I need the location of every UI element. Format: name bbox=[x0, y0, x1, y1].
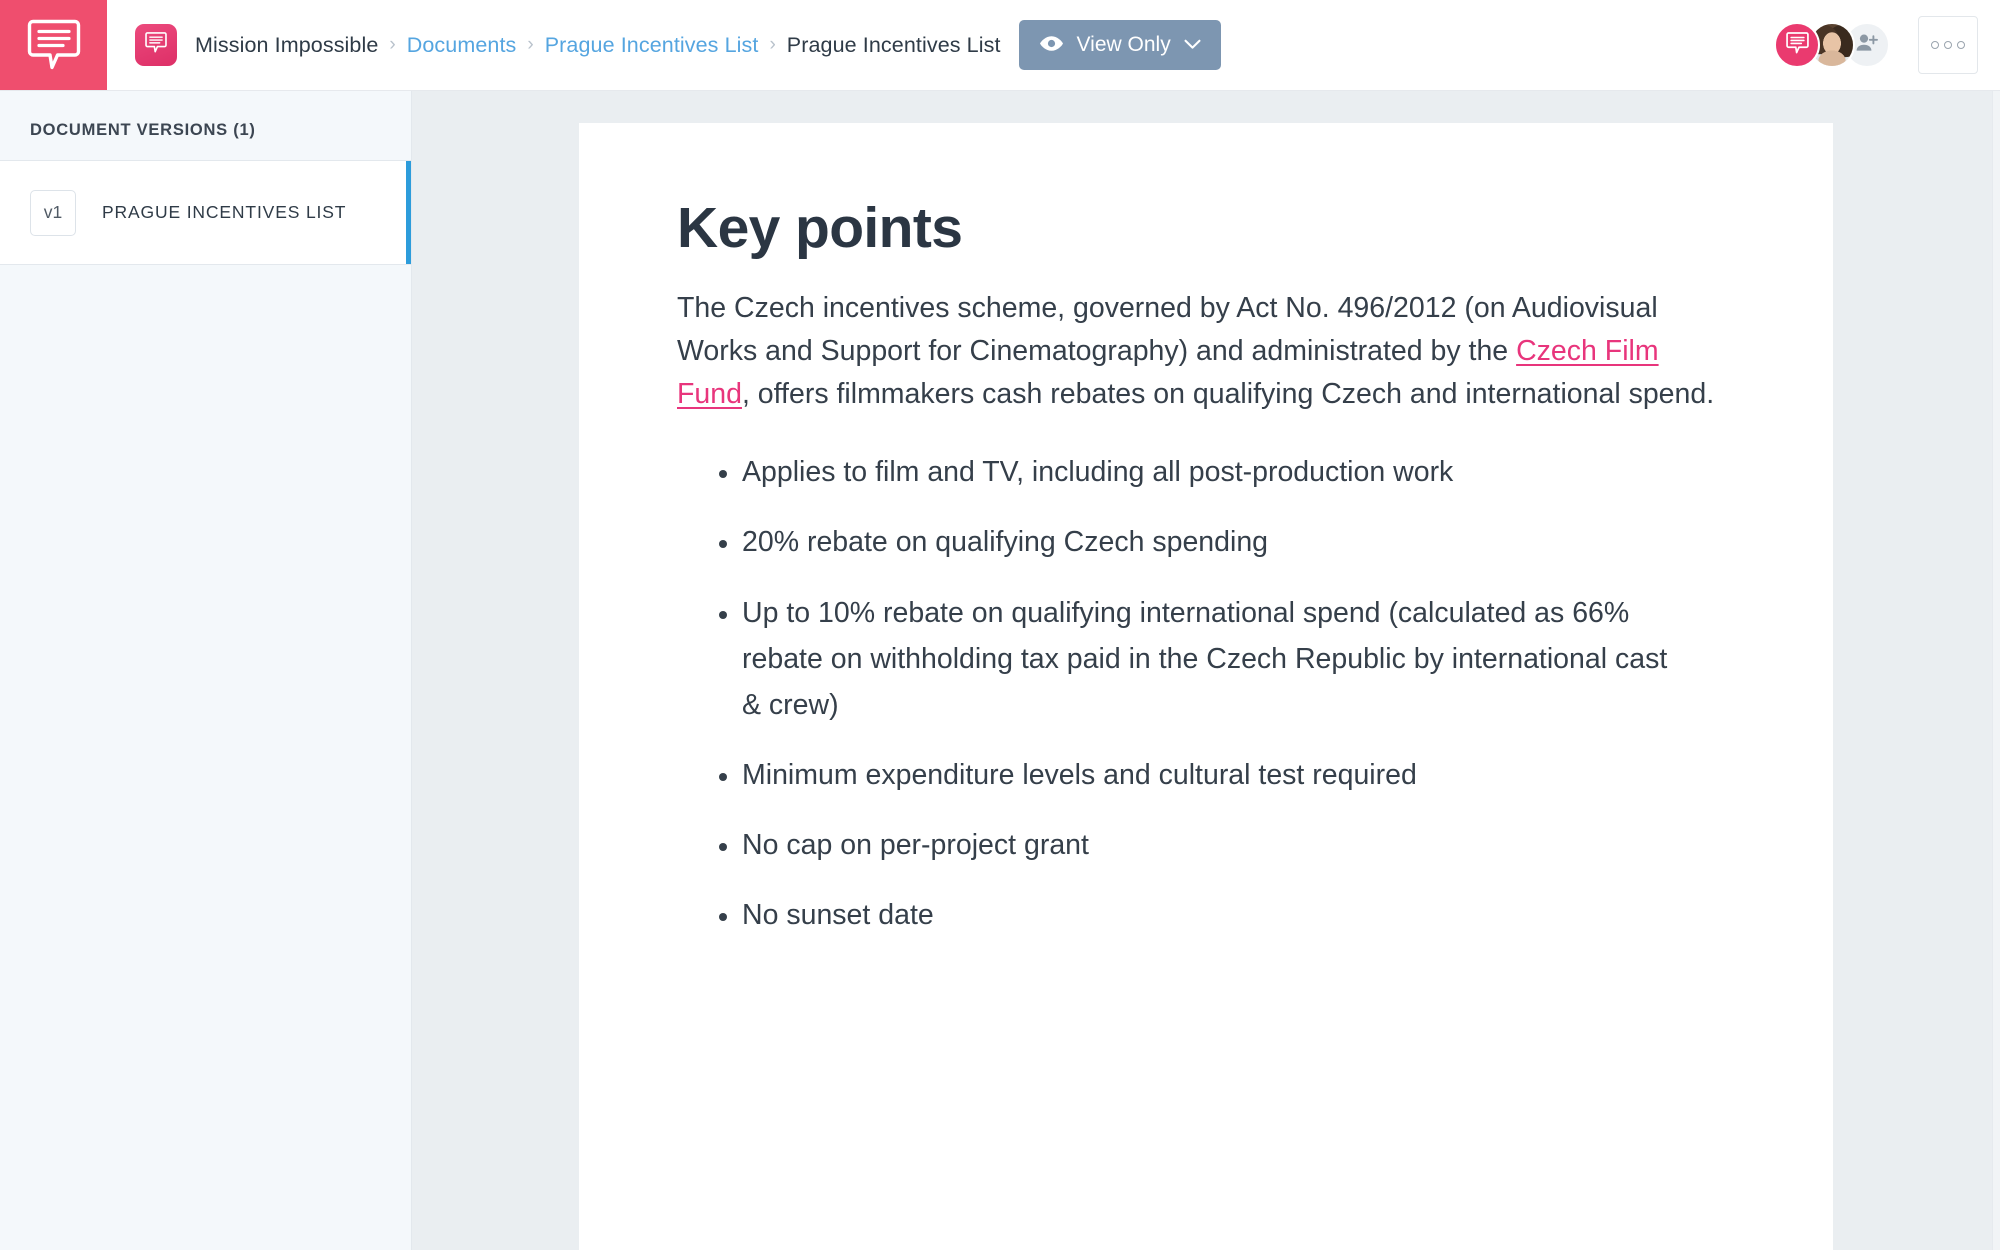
key-points-list: Applies to film and TV, including all po… bbox=[677, 449, 1741, 938]
page-title: Key points bbox=[677, 196, 963, 260]
list-item: Applies to film and TV, including all po… bbox=[719, 449, 1679, 495]
breadcrumb-item-current: Prague Incentives List bbox=[786, 32, 1001, 57]
breadcrumb-item-documents[interactable]: Documents bbox=[407, 33, 517, 58]
sidebar-empty-area bbox=[0, 265, 411, 1250]
version-badge: v1 bbox=[30, 189, 76, 236]
view-only-button[interactable]: View Only bbox=[1018, 20, 1221, 70]
more-dot bbox=[1957, 41, 1965, 49]
app-logo[interactable] bbox=[0, 0, 107, 90]
app-avatar[interactable] bbox=[1774, 22, 1820, 68]
document-page: Key points The Czech incentives scheme, … bbox=[579, 123, 1833, 1250]
more-options-button[interactable] bbox=[1918, 16, 1978, 74]
app-root: Mission Impossible › Documents › Prague … bbox=[0, 0, 2000, 1250]
sidebar-header: DOCUMENT VERSIONS (1) bbox=[30, 121, 256, 139]
document-viewport[interactable]: Key points The Czech incentives scheme, … bbox=[412, 91, 2000, 1250]
more-dot bbox=[1944, 41, 1952, 49]
list-item: No cap on per-project grant bbox=[719, 822, 1679, 868]
speech-bubble-icon bbox=[1785, 31, 1809, 60]
selected-indicator bbox=[406, 161, 411, 264]
list-item: No sunset date bbox=[719, 892, 1679, 938]
document-type-chip bbox=[135, 24, 177, 66]
breadcrumb-separator: › bbox=[389, 34, 396, 55]
breadcrumb-item-project[interactable]: Mission Impossible bbox=[195, 33, 378, 58]
list-item: Up to 10% rebate on qualifying internati… bbox=[719, 590, 1679, 728]
more-dot bbox=[1931, 41, 1939, 49]
sidebar-item-version-v1[interactable]: v1 PRAGUE INCENTIVES LIST bbox=[0, 160, 411, 265]
paragraph-text-after-link: , offers filmmakers cash rebates on qual… bbox=[741, 377, 1715, 410]
top-bar: Mission Impossible › Documents › Prague … bbox=[0, 0, 2000, 91]
chevron-down-icon bbox=[1184, 38, 1201, 53]
eye-icon bbox=[1039, 35, 1064, 55]
version-title: PRAGUE INCENTIVES LIST bbox=[102, 202, 347, 222]
breadcrumb-item-folder[interactable]: Prague Incentives List bbox=[545, 33, 759, 58]
intro-paragraph: The Czech incentives scheme, governed by… bbox=[677, 287, 1717, 415]
vertical-scrollbar[interactable] bbox=[1992, 91, 2000, 1250]
view-only-label: View Only bbox=[1076, 33, 1171, 56]
sidebar: DOCUMENT VERSIONS (1) v1 PRAGUE INCENTIV… bbox=[0, 91, 412, 1250]
speech-bubble-lines-icon bbox=[145, 31, 167, 59]
paragraph-text-before-link: The Czech incentives scheme, governed by… bbox=[677, 292, 1658, 367]
list-item: 20% rebate on qualifying Czech spending bbox=[719, 519, 1679, 565]
body-row: DOCUMENT VERSIONS (1) v1 PRAGUE INCENTIV… bbox=[0, 91, 2000, 1250]
list-item: Minimum expenditure levels and cultural … bbox=[719, 752, 1679, 798]
avatar-group bbox=[1774, 22, 1890, 68]
add-person-icon bbox=[1855, 32, 1879, 59]
breadcrumb-separator: › bbox=[527, 34, 534, 55]
breadcrumb-separator: › bbox=[769, 34, 776, 55]
breadcrumb: Mission Impossible › Documents › Prague … bbox=[107, 0, 1774, 90]
topbar-right-controls bbox=[1774, 0, 2000, 90]
speech-bubble-lines-icon bbox=[27, 17, 81, 73]
